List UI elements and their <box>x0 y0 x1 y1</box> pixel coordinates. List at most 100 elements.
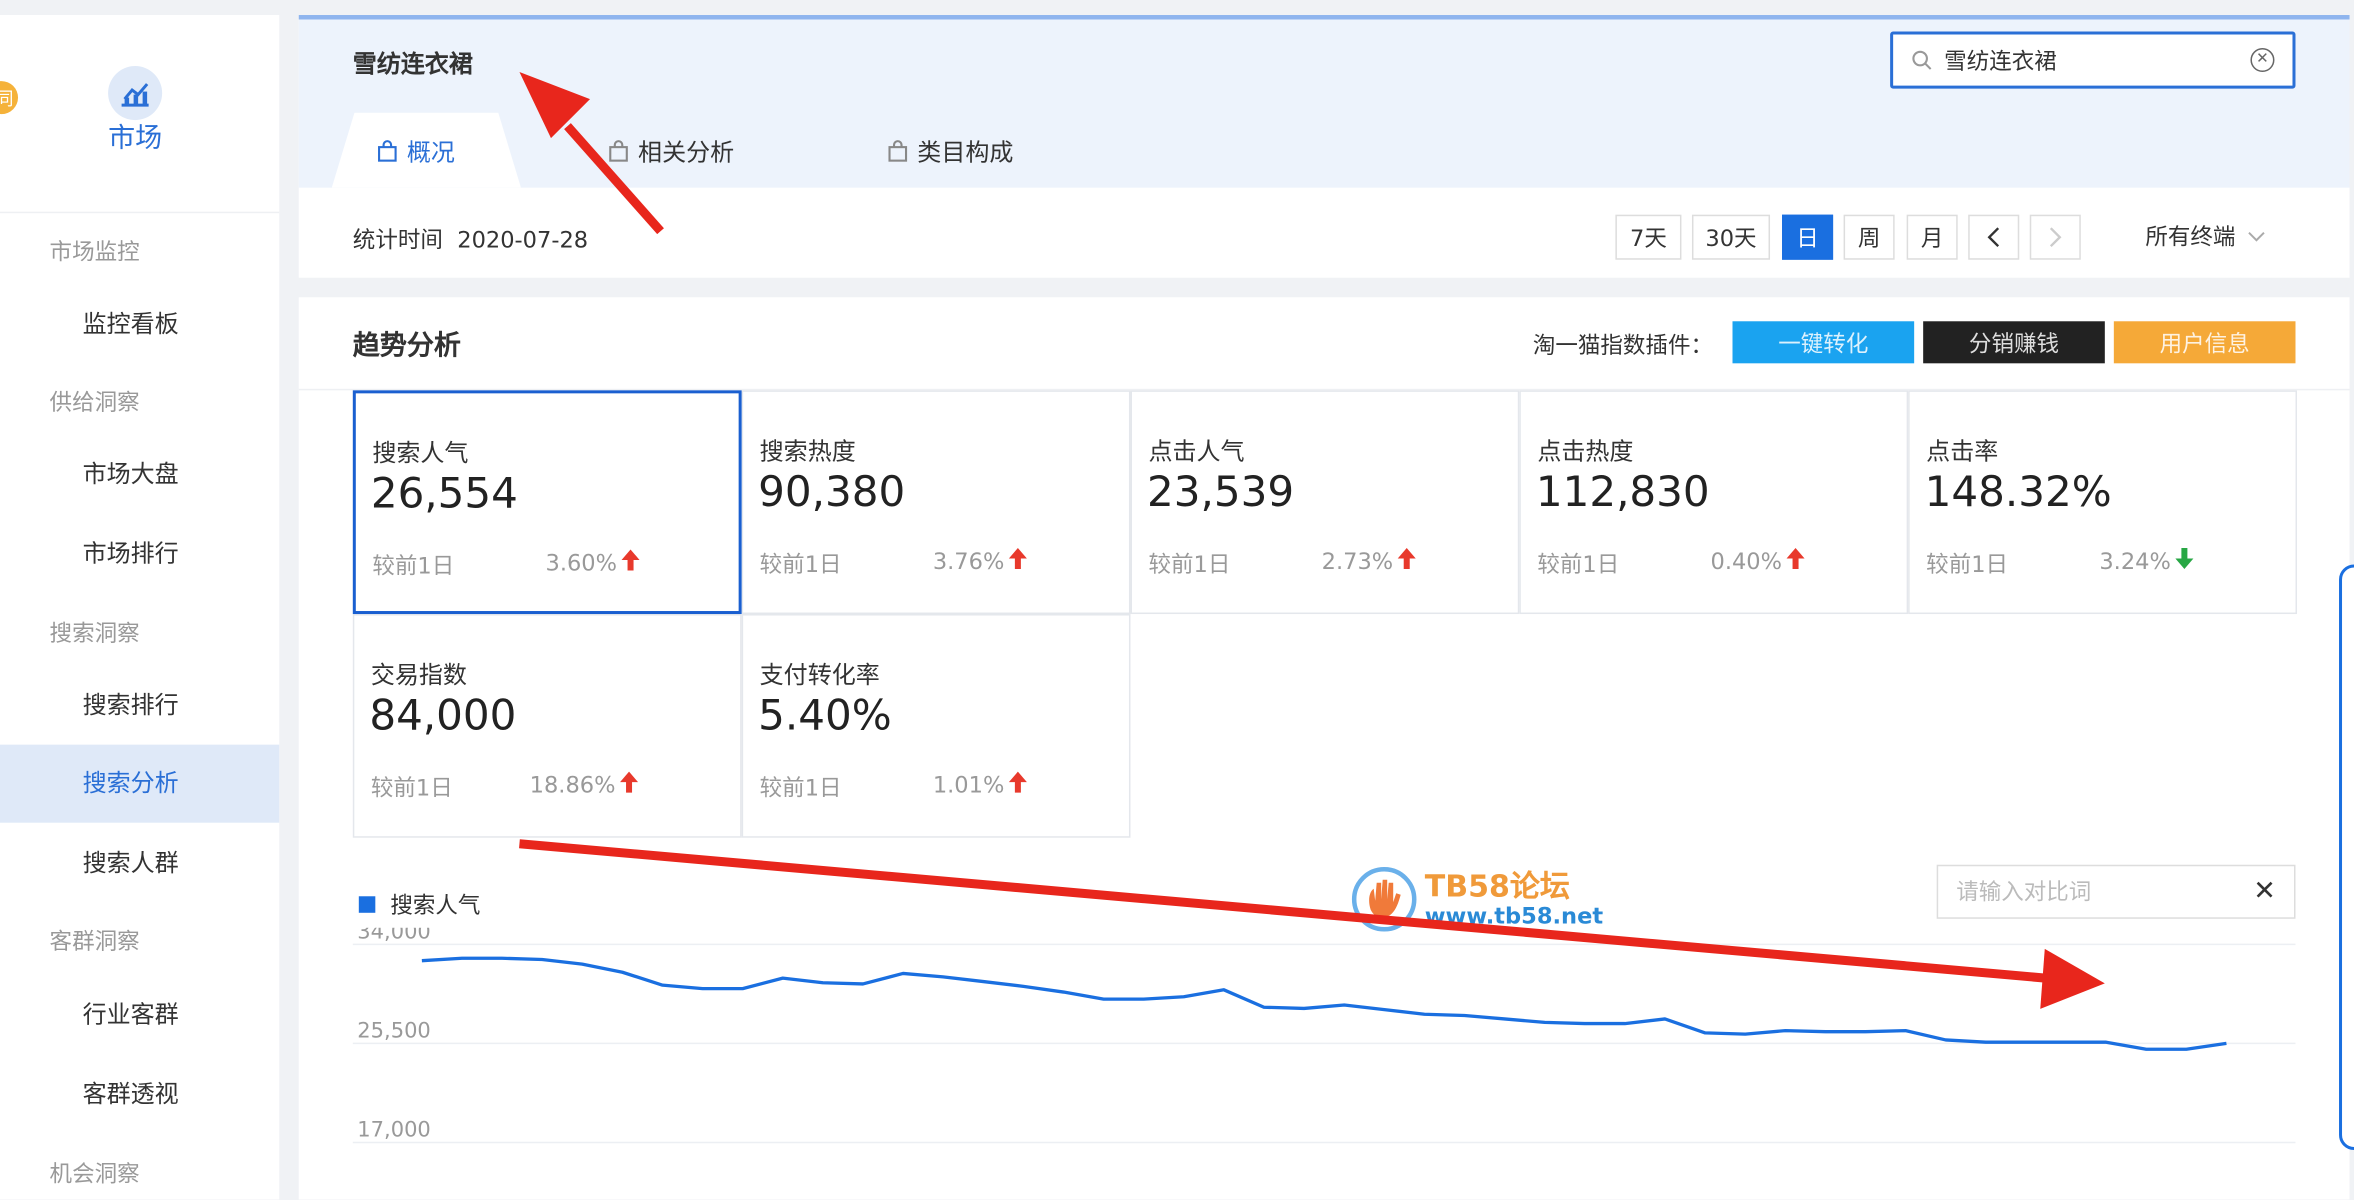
tab-1[interactable]: 相关分析 <box>608 113 734 188</box>
hand-logo-icon <box>1351 867 1417 932</box>
watermark: TB58论坛 www.tb58.net <box>1350 865 1603 934</box>
tab-0[interactable]: 概况 <box>377 113 455 188</box>
sidebar-item[interactable]: 监控看板 <box>0 285 279 363</box>
series-line-search-popularity[interactable] <box>421 956 2227 1051</box>
watermark-line1: TB58论坛 <box>1424 867 1570 904</box>
legend-label: 搜索人气 <box>390 891 481 919</box>
metric-change-pct: 18.86% <box>529 771 616 799</box>
terminal-label: 所有终端 <box>2145 223 2236 251</box>
terminal-select[interactable]: 所有终端 <box>2145 221 2265 253</box>
metric-compare-label: 较前1日 <box>1537 550 1620 579</box>
sidebar-item[interactable]: 客群透视 <box>0 1055 279 1133</box>
metric-label: 点击人气 <box>1148 436 1245 466</box>
metric-card[interactable]: 搜索人气 26,554 较前1日 3.60% <box>352 390 742 615</box>
search-popularity-chart: 34,000 25,500 17,000 <box>352 928 2296 1144</box>
metric-card[interactable]: 支付转化率 5.40% 较前1日 1.01% <box>741 614 1131 838</box>
sidebar-group-title: 客群洞察 <box>49 927 140 955</box>
page: 同 市场 市场监控监控看板供给洞察市场大盘市场排行搜索洞察搜索排行搜索分析搜索人… <box>0 0 2354 1200</box>
metric-card[interactable]: 点击热度 112,830 较前1日 0.40% <box>1519 390 1909 615</box>
metric-value: 112,830 <box>1535 466 1710 517</box>
plugin-button-2[interactable]: 用户信息 <box>2113 321 2296 364</box>
metric-card[interactable]: 交易指数 84,000 较前1日 18.86% <box>352 614 742 838</box>
stat-time-value: 2020-07-28 <box>457 226 589 254</box>
keyword-search-box[interactable]: ✕ <box>1890 31 2296 89</box>
search-icon <box>1911 48 1932 77</box>
y-tick-label: 17,000 <box>357 1116 430 1141</box>
tab-label: 相关分析 <box>638 138 735 167</box>
arrow-up-icon <box>1396 546 1417 576</box>
sidebar-item[interactable]: 搜索分析 <box>0 744 280 823</box>
compare-word-input[interactable] <box>1956 878 2242 906</box>
plugin-button-0[interactable]: 一键转化 <box>1732 321 1915 364</box>
arrow-up-icon <box>1785 546 1806 576</box>
metric-change-pct: 1.01% <box>932 771 1005 799</box>
metric-value: 148.32% <box>1924 466 2112 517</box>
shopping-bag-icon <box>609 139 628 161</box>
keyword-header-card: 雪纺连衣裙 ✕ 概况 相关分析 类目构成 统计时间 2020-07-28 7天30天… <box>298 15 2350 278</box>
chart-legend[interactable]: 搜索人气 <box>358 889 481 921</box>
metric-value: 84,000 <box>369 690 517 741</box>
market-chart-icon <box>108 66 163 121</box>
arrow-up-icon <box>1007 546 1028 576</box>
arrow-down-icon <box>2174 546 2195 576</box>
metric-card[interactable]: 搜索热度 90,380 较前1日 3.76% <box>741 390 1131 615</box>
sidebar-item[interactable]: 市场排行 <box>0 515 279 593</box>
sidebar-group-title: 市场监控 <box>49 238 140 266</box>
prev-period-button[interactable] <box>1968 214 2020 260</box>
clear-search-icon[interactable]: ✕ <box>2250 48 2275 73</box>
trend-title: 趋势分析 <box>352 330 461 362</box>
metric-label: 搜索热度 <box>759 436 856 466</box>
period-button-4[interactable]: 月 <box>1906 214 1958 260</box>
arrow-up-icon <box>1007 770 1028 800</box>
metric-compare-label: 较前1日 <box>370 774 453 802</box>
notification-badge[interactable]: 同 <box>0 81 19 115</box>
chevron-left-icon <box>1987 227 2000 248</box>
stat-time: 统计时间 2020-07-28 <box>353 224 588 256</box>
sidebar-brand[interactable]: 同 市场 <box>0 15 280 214</box>
metric-label: 搜索人气 <box>372 438 469 467</box>
sidebar-item[interactable]: 搜索排行 <box>0 667 279 745</box>
sidebar-item[interactable]: 市场大盘 <box>0 435 279 513</box>
y-tick-label: 34,000 <box>357 928 430 944</box>
close-icon[interactable]: ✕ <box>2253 875 2276 907</box>
legend-swatch <box>358 896 376 913</box>
sidebar-item[interactable]: 搜索人群 <box>0 824 279 902</box>
sidebar-group-title: 机会洞察 <box>49 1160 140 1188</box>
metric-change-pct: 3.60% <box>545 549 618 577</box>
metric-compare-label: 较前1日 <box>759 550 842 579</box>
chevron-down-icon <box>2248 231 2265 241</box>
metric-label: 支付转化率 <box>759 660 880 690</box>
metric-value: 5.40% <box>758 690 892 741</box>
sidebar: 同 市场 市场监控监控看板供给洞察市场大盘市场排行搜索洞察搜索排行搜索分析搜索人… <box>0 15 280 1200</box>
metric-card[interactable]: 点击率 148.32% 较前1日 3.24% <box>1908 390 2297 615</box>
period-button-3[interactable]: 周 <box>1843 214 1895 260</box>
next-period-button[interactable] <box>2029 214 2081 260</box>
metric-change-pct: 0.40% <box>1710 547 1783 575</box>
shopping-bag-icon <box>378 139 397 161</box>
metric-change-pct: 2.73% <box>1321 547 1394 575</box>
keyword-search-input[interactable] <box>1944 43 2245 77</box>
metric-compare-label: 较前1日 <box>1148 550 1231 579</box>
compare-word-box[interactable]: ✕ <box>1936 864 2296 919</box>
watermark-line2: www.tb58.net <box>1424 902 1604 930</box>
metric-compare-label: 较前1日 <box>1926 550 2009 579</box>
arrow-up-icon <box>620 548 641 578</box>
tab-label: 类目构成 <box>917 138 1014 167</box>
sidebar-item[interactable]: 行业客群 <box>0 976 279 1054</box>
plugin-button-1[interactable]: 分销赚钱 <box>1923 321 2105 364</box>
metric-value: 26,554 <box>370 468 518 518</box>
tab-2[interactable]: 类目构成 <box>887 113 1013 188</box>
chevron-right-icon <box>2049 227 2062 248</box>
period-button-0[interactable]: 7天 <box>1615 214 1682 260</box>
brand-label: 市场 <box>108 123 163 155</box>
period-button-2[interactable]: 日 <box>1782 214 1834 260</box>
period-button-1[interactable]: 30天 <box>1691 214 1771 260</box>
side-panel-edge[interactable] <box>2339 564 2354 1150</box>
metric-label: 交易指数 <box>370 660 467 690</box>
metric-card[interactable]: 点击人气 23,539 较前1日 2.73% <box>1130 390 1520 615</box>
plugin-label: 淘一猫指数插件： <box>1532 331 1714 359</box>
metric-value: 90,380 <box>758 466 906 517</box>
y-tick-label: 25,500 <box>357 1017 430 1042</box>
tab-label: 概况 <box>406 138 455 167</box>
metric-compare-label: 较前1日 <box>372 552 455 580</box>
